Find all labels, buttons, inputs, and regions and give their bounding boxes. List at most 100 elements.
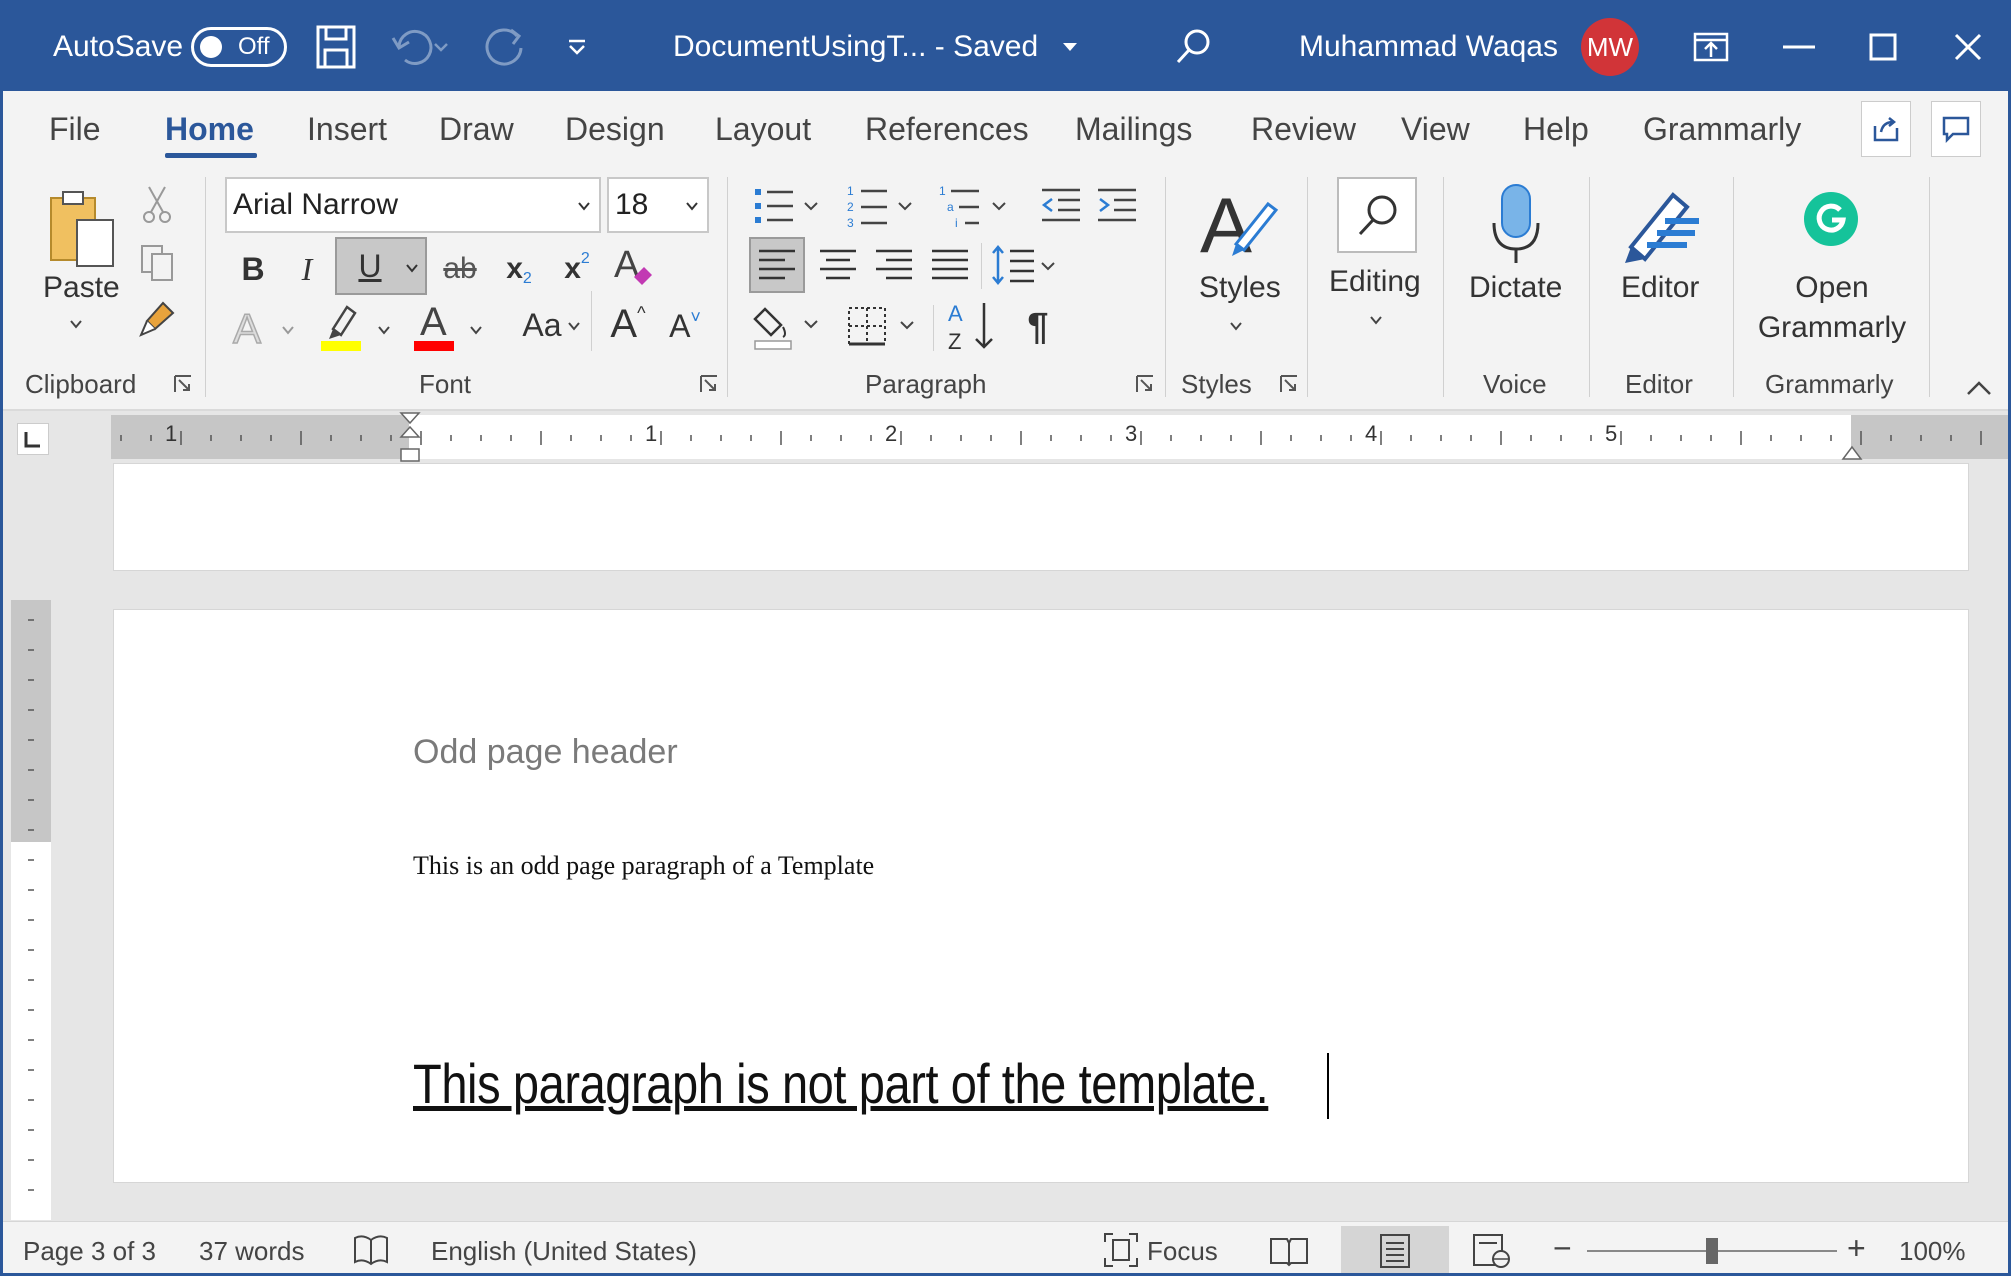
line-spacing-icon[interactable] [989,237,1061,293]
print-layout-icon[interactable] [1341,1226,1449,1273]
proofing-icon[interactable] [351,1234,391,1268]
cut-icon[interactable] [137,183,177,227]
tab-layout[interactable]: Layout [715,111,811,148]
font-size-select[interactable]: 18 [607,177,709,233]
grow-font-button[interactable]: A ^ [603,295,653,353]
zoom-slider-thumb[interactable] [1706,1238,1718,1264]
page-count[interactable]: Page 3 of 3 [23,1236,156,1267]
collapse-ribbon-icon[interactable] [1965,379,1993,397]
copy-icon[interactable] [137,241,177,285]
editing-dropdown-icon[interactable] [1369,313,1383,327]
underline-dropdown-icon[interactable] [405,261,419,275]
styles-launcher-icon[interactable] [1279,374,1299,394]
highlight-icon[interactable] [317,297,365,355]
zoom-in-icon[interactable]: + [1847,1230,1866,1267]
tab-view[interactable]: View [1401,111,1470,148]
open-grammarly-label-2[interactable]: Grammarly [1757,311,1907,345]
align-center-icon[interactable] [813,237,863,293]
user-name[interactable]: Muhammad Waqas [1299,3,1558,91]
styles-icon[interactable]: A [1195,179,1281,265]
text-effects-icon[interactable]: A [229,299,273,355]
font-name-select[interactable]: Arial Narrow [225,177,601,233]
editing-label[interactable]: Editing [1329,265,1421,299]
dictate-icon[interactable] [1473,179,1559,269]
italic-button[interactable]: I [287,243,327,295]
grammarly-icon[interactable] [1801,189,1861,249]
customize-quick-access-icon[interactable] [565,3,589,91]
share-button[interactable] [1861,101,1911,157]
tab-review[interactable]: Review [1251,111,1356,148]
zoom-slider[interactable] [1587,1238,1837,1264]
editor-icon[interactable] [1615,179,1705,269]
right-indent-marker-icon[interactable] [1841,439,1863,463]
align-left-icon[interactable] [749,237,805,293]
decrease-indent-icon[interactable] [1039,183,1085,229]
language[interactable]: English (United States) [431,1236,697,1267]
horizontal-ruler[interactable]: 1 1 2 3 4 5 [3,411,2008,465]
title-dropdown-icon[interactable] [1061,3,1079,91]
non-template-paragraph[interactable]: This paragraph is not part of the templa… [413,1051,1269,1116]
font-launcher-icon[interactable] [699,374,719,394]
word-count[interactable]: 37 words [199,1236,305,1267]
web-layout-icon[interactable] [1457,1226,1525,1273]
editing-icon[interactable] [1337,177,1417,253]
editor-label[interactable]: Editor [1621,271,1699,305]
dictate-label[interactable]: Dictate [1469,271,1562,305]
align-right-icon[interactable] [869,237,919,293]
styles-label[interactable]: Styles [1199,271,1281,305]
avatar[interactable]: MW [1581,3,1639,91]
paragraph-launcher-icon[interactable] [1135,374,1155,394]
zoom-level[interactable]: 100% [1899,1236,1966,1267]
strikethrough-button[interactable]: ab [433,243,487,295]
maximize-icon[interactable] [1869,3,1897,91]
tab-mailings[interactable]: Mailings [1075,111,1192,148]
tab-draw[interactable]: Draw [439,111,514,148]
sort-icon[interactable]: AZ [943,297,999,355]
template-paragraph[interactable]: This is an odd page paragraph of a Templ… [413,851,874,881]
paste-icon[interactable] [43,185,123,275]
ribbon-display-options-icon[interactable] [1693,3,1729,91]
read-mode-icon[interactable] [1255,1226,1323,1273]
justify-icon[interactable] [925,237,975,293]
document-title[interactable]: DocumentUsingT... - Saved [673,3,1038,91]
tab-insert[interactable]: Insert [307,111,387,148]
zoom-out-icon[interactable]: − [1553,1230,1572,1267]
search-icon[interactable] [1173,3,1213,91]
styles-dropdown-icon[interactable] [1229,319,1243,333]
odd-page-header[interactable]: Odd page header [413,733,678,772]
undo-icon[interactable] [389,3,449,91]
text-effects-dropdown-icon[interactable] [281,323,295,337]
shrink-font-button[interactable]: A ˅ [663,299,707,353]
indent-marker-icon[interactable] [399,411,421,465]
change-case-button[interactable]: Aa [503,297,581,353]
save-icon[interactable] [315,3,357,91]
close-icon[interactable] [1953,3,1983,91]
tab-references[interactable]: References [865,111,1029,148]
borders-icon[interactable] [845,299,921,355]
focus-label[interactable]: Focus [1147,1236,1218,1267]
tab-file[interactable]: File [49,111,101,148]
bold-button[interactable]: B [233,243,273,295]
tab-design[interactable]: Design [565,111,665,148]
numbering-icon[interactable]: 1 2 3 [845,183,917,229]
font-color-icon[interactable]: A [411,295,457,355]
multilevel-list-icon[interactable]: 1ai [937,183,1011,229]
increase-indent-icon[interactable] [1095,183,1141,229]
font-color-dropdown-icon[interactable] [469,323,483,337]
shading-icon[interactable] [751,299,823,355]
superscript-button[interactable]: x2 [555,243,599,295]
format-painter-icon[interactable] [135,297,179,341]
comments-button[interactable] [1931,101,1981,157]
clipboard-launcher-icon[interactable] [173,374,193,394]
bullets-icon[interactable] [751,183,821,229]
tab-help[interactable]: Help [1523,111,1589,148]
show-formatting-marks-icon[interactable]: ¶ [1013,299,1063,355]
highlight-dropdown-icon[interactable] [377,323,391,337]
vertical-ruler[interactable] [11,600,51,1220]
tab-home[interactable]: Home [165,111,254,148]
redo-icon[interactable] [483,3,529,91]
underline-button[interactable]: U [335,237,427,295]
paste-dropdown-icon[interactable] [69,317,83,331]
paste-label[interactable]: Paste [43,271,120,305]
open-grammarly-label-1[interactable]: Open [1757,271,1907,305]
